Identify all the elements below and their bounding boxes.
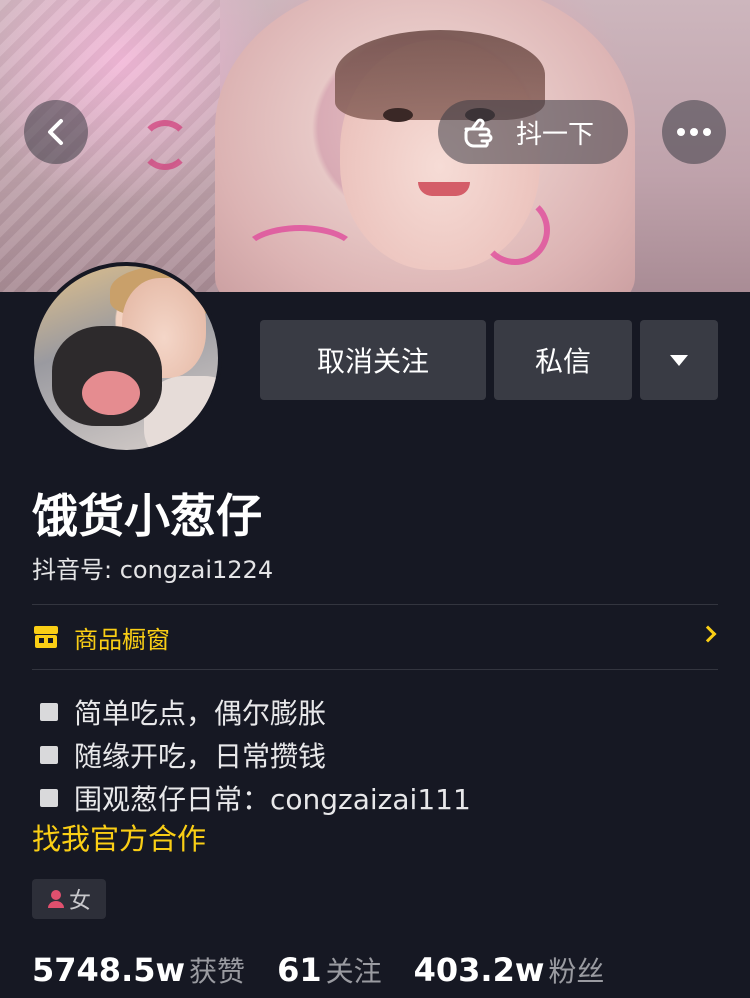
unfollow-button[interactable]: 取消关注 [260,320,486,400]
douyin-id: 抖音号: congzai1224 [32,556,274,584]
shop-icon [34,626,58,648]
more-options-button[interactable] [662,100,726,164]
cover-doodle [140,120,190,170]
following-stat[interactable]: 61 关注 [277,950,382,990]
followers-count: 403.2w [413,951,545,989]
female-user-icon [47,890,64,908]
square-bullet-icon [40,745,58,764]
profile-stats: 5748.5w 获赞 61 关注 403.2w 粉丝 [32,950,636,990]
caret-down-icon [670,354,688,366]
chevron-left-icon [48,119,63,145]
cover-doodle [480,195,550,265]
more-actions-dropdown[interactable] [640,320,718,400]
followers-stat[interactable]: 403.2w 粉丝 [414,950,605,990]
gender-tag: 女 [32,879,106,919]
official-collab-link[interactable]: 找我官方合作 [32,816,206,858]
shop-window-row[interactable]: 商品橱窗 [32,604,718,670]
bio-text: 简单吃点，偶尔膨胀 [74,696,327,730]
bio: 简单吃点，偶尔膨胀 随缘开吃，日常攒钱 围观葱仔日常：congzaizai111 [40,690,471,819]
likes-label: 获赞 [189,955,246,988]
square-bullet-icon [40,702,58,721]
profile-name: 饿货小葱仔 [32,489,262,543]
cover-eye [383,108,413,122]
message-button[interactable]: 私信 [494,320,632,400]
cover-doodle [240,225,360,285]
profile-cover-image [0,0,750,292]
chevron-right-icon [699,625,717,643]
square-bullet-icon [40,788,58,807]
likes-count: 5748.5w [32,951,186,989]
more-dots-icon [677,128,711,136]
shake-label: 抖一下 [516,119,595,150]
back-button[interactable] [24,100,88,164]
following-label: 关注 [325,955,382,988]
divider [32,669,718,670]
shake-button[interactable]: 抖一下 [438,100,628,164]
pointing-hand-icon [464,118,493,148]
avatar[interactable] [30,262,222,454]
following-count: 61 [277,951,322,989]
gender-label: 女 [68,889,91,914]
cover-mouth [418,182,470,196]
likes-stat[interactable]: 5748.5w 获赞 [32,950,245,990]
shop-window-label: 商品橱窗 [74,625,170,654]
bio-line: 简单吃点，偶尔膨胀 [40,690,471,733]
bio-line: 围观葱仔日常：congzaizai111 [40,776,471,819]
followers-label: 粉丝 [548,955,605,988]
bio-line: 随缘开吃，日常攒钱 [40,733,471,776]
avatar-pig-snout [82,371,140,415]
bio-text: 随缘开吃，日常攒钱 [74,739,327,773]
bio-text: 围观葱仔日常：congzaizai111 [74,782,471,816]
